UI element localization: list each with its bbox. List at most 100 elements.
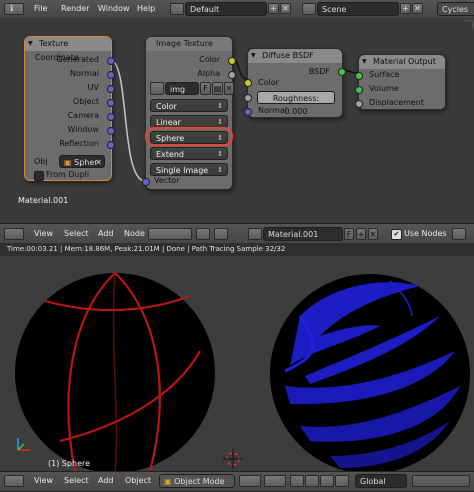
image-open-button[interactable]: ▤ — [212, 82, 223, 95]
menu-add[interactable]: Add — [98, 229, 114, 238]
node-header[interactable]: ▼ Material Output — [359, 55, 445, 69]
menu-object[interactable]: Object — [125, 476, 151, 485]
material-output-node[interactable]: ▼ Material Output Surface Volume Displac… — [355, 54, 446, 110]
socket-displacement-in[interactable] — [355, 100, 363, 108]
node-editor[interactable]: ▼ Texture Coordinate Generated Normal UV… — [0, 18, 474, 223]
input-normal: Normal — [258, 106, 287, 115]
add-layout-button[interactable]: + — [268, 3, 279, 14]
3d-cursor-icon[interactable] — [223, 449, 243, 469]
output-camera: Camera — [67, 111, 99, 120]
color-mode-select[interactable]: Color — [150, 99, 228, 113]
scene-icon[interactable] — [302, 3, 316, 15]
shader-object-icon[interactable] — [214, 228, 228, 240]
socket-normal[interactable] — [107, 71, 115, 79]
viewport-3d[interactable]: Time:00:03.21 | Mem:18.86M, Peak:21.01M … — [0, 243, 474, 471]
input-surface: Surface — [369, 70, 400, 79]
material-name-field[interactable]: Material.001 — [263, 227, 343, 241]
material-add-button[interactable]: + — [356, 228, 366, 240]
axis-gizmo-icon — [17, 438, 30, 451]
socket-surface-in[interactable] — [355, 72, 363, 80]
editor-corner-top[interactable] — [464, 20, 473, 29]
input-vector: Vector — [154, 176, 180, 185]
socket-bsdf-out[interactable] — [338, 68, 346, 76]
socket-object[interactable] — [107, 99, 115, 107]
use-nodes-checkbox[interactable]: ✔ — [391, 229, 402, 240]
rotate-icon[interactable] — [320, 475, 334, 487]
material-browse-icon[interactable] — [248, 228, 262, 240]
image-selector[interactable]: img F ▤ ✕ — [150, 82, 234, 95]
remove-layout-button[interactable]: ✕ — [280, 3, 291, 14]
socket-alpha-out[interactable] — [228, 71, 236, 79]
socket-window[interactable] — [107, 127, 115, 135]
menu-add[interactable]: Add — [98, 476, 114, 485]
image-unlink-button[interactable]: ✕ — [224, 82, 234, 95]
roughness-field[interactable]: Roughness: 0.000 — [257, 91, 335, 116]
layer-buttons[interactable] — [412, 475, 470, 487]
editor-type-button[interactable]: ℹ — [4, 3, 24, 15]
socket-generated[interactable] — [107, 57, 115, 65]
material-unlink-button[interactable]: ✕ — [368, 228, 378, 240]
menu-file[interactable]: File — [34, 4, 47, 13]
input-color: Color — [258, 78, 279, 87]
output-uv: UV — [87, 83, 99, 92]
mode-select[interactable]: ▣ Object Mode — [159, 474, 235, 488]
node-header[interactable]: ▼ Diffuse BSDF — [248, 49, 342, 63]
screen-layout-icon[interactable] — [170, 3, 184, 15]
collapse-arrow-icon[interactable]: ▼ — [251, 49, 256, 63]
collapse-arrow-icon[interactable]: ▼ — [362, 55, 367, 69]
node-header[interactable]: ▼ Texture Coordinate — [25, 37, 111, 62]
diffuse-bsdf-node[interactable]: ▼ Diffuse BSDF BSDF Color Roughness: 0.0… — [244, 48, 346, 118]
add-scene-button[interactable]: + — [400, 3, 411, 14]
transform-orientation-select[interactable]: Global — [355, 474, 407, 488]
menu-node[interactable]: Node — [124, 229, 145, 238]
image-texture-node[interactable]: Image Texture Color Alpha img F ▤ ✕ Colo… — [142, 36, 236, 190]
socket-color-out[interactable] — [228, 57, 236, 65]
viewport-shading-button[interactable] — [239, 475, 261, 487]
socket-volume-in[interactable] — [355, 86, 363, 94]
menu-select[interactable]: Select — [64, 476, 89, 485]
manipulator-button[interactable] — [290, 475, 304, 487]
node-editor-type-button[interactable] — [4, 228, 24, 240]
node-editor-header: View Select Add Node Material.001 F + ✕ … — [0, 223, 474, 245]
socket-color-in[interactable] — [244, 79, 252, 87]
image-browse-icon[interactable] — [150, 82, 164, 95]
socket-camera[interactable] — [107, 113, 115, 121]
top-menu-bar: ℹ File Render Window Help Default + ✕ Sc… — [0, 0, 474, 28]
viewport-type-button[interactable] — [4, 475, 24, 487]
output-generated: Generated — [56, 55, 99, 64]
node-header[interactable]: Image Texture — [146, 37, 232, 51]
image-fake-user-button[interactable]: F — [200, 82, 211, 95]
menu-view[interactable]: View — [34, 476, 53, 485]
from-dupli-label: From Dupli — [46, 170, 90, 179]
shader-type-button[interactable] — [148, 228, 192, 240]
extension-select[interactable]: Extend — [150, 147, 228, 161]
translate-icon[interactable] — [305, 475, 319, 487]
socket-vector-in[interactable] — [142, 178, 150, 186]
screen-layout-field[interactable]: Default — [185, 2, 267, 16]
render-engine-select[interactable]: Cycles Re — [437, 2, 474, 28]
scene-field[interactable]: Scene — [317, 2, 399, 16]
pivot-point-button[interactable] — [264, 475, 286, 487]
socket-roughness-in[interactable] — [244, 94, 252, 102]
scale-icon[interactable] — [335, 475, 349, 487]
from-dupli-checkbox[interactable] — [34, 171, 44, 181]
collapse-arrow-icon[interactable]: ▼ — [28, 37, 33, 51]
menu-window[interactable]: Window — [98, 4, 130, 13]
image-name-field[interactable]: img — [165, 82, 199, 95]
source-select[interactable]: Single Image — [150, 163, 228, 177]
object-field[interactable]: ▣ Spher ✕ — [59, 155, 105, 168]
remove-scene-button[interactable]: ✕ — [412, 3, 423, 14]
texture-coordinate-node[interactable]: ▼ Texture Coordinate Generated Normal UV… — [24, 36, 115, 181]
socket-reflection[interactable] — [107, 141, 115, 149]
socket-normal-in[interactable] — [244, 108, 252, 116]
node-editor-toggle-icon[interactable] — [196, 228, 210, 240]
render-status-bar: Time:00:03.21 | Mem:18.86M, Peak:21.01M … — [0, 243, 474, 256]
menu-help[interactable]: Help — [137, 4, 155, 13]
clear-object-icon[interactable]: ✕ — [95, 156, 102, 169]
menu-render[interactable]: Render — [61, 4, 89, 13]
menu-view[interactable]: View — [34, 229, 53, 238]
menu-select[interactable]: Select — [64, 229, 89, 238]
material-fake-user-button[interactable]: F — [344, 228, 354, 240]
snap-icon[interactable] — [452, 228, 466, 240]
socket-uv[interactable] — [107, 85, 115, 93]
